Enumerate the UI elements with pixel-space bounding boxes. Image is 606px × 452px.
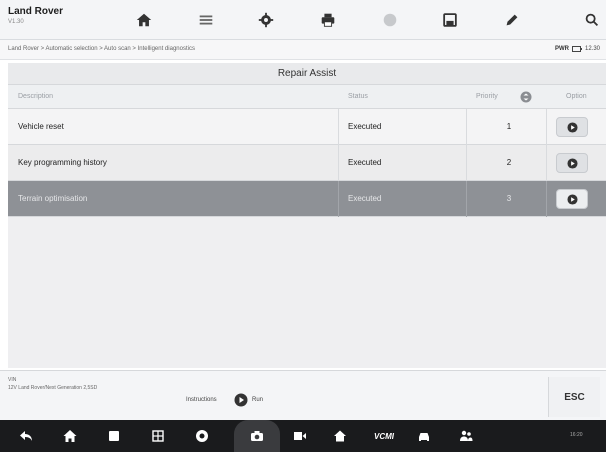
column-divider [338, 145, 339, 181]
column-divider [546, 109, 547, 145]
row-option-button[interactable] [556, 117, 588, 137]
sort-icon[interactable] [520, 91, 532, 103]
column-divider [466, 181, 467, 217]
run-label: Run [252, 397, 264, 403]
camera-icon[interactable] [247, 427, 267, 445]
play-circle-icon [566, 157, 578, 169]
power-label: PWR [554, 46, 569, 52]
row-status: Executed [348, 194, 382, 203]
table-row[interactable]: Key programming history Executed 2 [8, 145, 606, 181]
breadcrumb-bar: Land Rover > Automatic selection > Auto … [0, 40, 606, 60]
edit-icon[interactable] [500, 9, 524, 31]
recent-apps-icon[interactable] [104, 427, 124, 445]
status-clock: 16:20 [570, 432, 583, 438]
column-divider [466, 109, 467, 145]
brand-block: Land Rover V1.30 [8, 6, 88, 25]
car-icon[interactable] [414, 427, 434, 445]
vehicle-info: 12V Land Rover/Next Generation 2,5SD [8, 385, 98, 391]
help-icon[interactable] [378, 9, 402, 31]
column-divider [466, 145, 467, 181]
column-divider [338, 181, 339, 217]
screen-record-icon[interactable] [290, 427, 310, 445]
save-icon[interactable] [438, 9, 462, 31]
bottom-nav: VCMI 16:20 [0, 420, 606, 452]
row-option-button[interactable] [556, 153, 588, 173]
run-button[interactable] [234, 393, 248, 407]
vin-label: VIN [8, 377, 17, 383]
row-description: Vehicle reset [18, 122, 64, 131]
column-divider [546, 145, 547, 181]
vcmi-button[interactable]: VCMI [370, 427, 398, 445]
table-header: Description Status Priority Option [8, 85, 606, 109]
power-value: 12.30 [584, 46, 600, 52]
home-icon[interactable] [60, 427, 80, 445]
row-priority: 3 [506, 194, 512, 203]
user-group-icon[interactable] [456, 427, 476, 445]
vehicle-swap-icon[interactable] [194, 9, 218, 31]
panel-title: Repair Assist [8, 63, 606, 85]
column-header-description: Description [18, 93, 54, 100]
instructions-label: Instructions [186, 397, 217, 403]
app-version: V1.30 [8, 19, 24, 25]
row-priority: 1 [506, 122, 512, 131]
row-status: Executed [348, 122, 382, 131]
battery-icon [571, 46, 582, 52]
row-option-button[interactable] [556, 189, 588, 209]
column-header-status: Status [348, 93, 368, 100]
column-divider [338, 109, 339, 145]
top-toolbar: Land Rover V1.30 [0, 0, 606, 40]
settings-icon[interactable] [254, 9, 278, 31]
row-description: Terrain optimisation [18, 194, 88, 203]
play-circle-icon [566, 193, 578, 205]
back-icon[interactable] [16, 427, 36, 445]
column-header-priority: Priority [476, 93, 498, 100]
print-icon[interactable] [316, 9, 340, 31]
table-row-selected[interactable]: Terrain optimisation Executed 3 [8, 181, 606, 217]
browser-icon[interactable] [192, 427, 212, 445]
table-row[interactable]: Vehicle reset Executed 1 [8, 109, 606, 145]
row-priority: 2 [506, 158, 512, 167]
app-title: Land Rover [8, 6, 64, 17]
repair-assist-panel: Repair Assist Description Status Priorit… [8, 63, 606, 368]
breadcrumb: Land Rover > Automatic selection > Auto … [8, 46, 195, 52]
power-readout: PWR 12.30 [555, 46, 600, 52]
row-status: Executed [348, 158, 382, 167]
home-icon[interactable] [132, 9, 156, 31]
footer-bar: VIN 12V Land Rover/Next Generation 2,5SD… [0, 370, 606, 420]
esc-button[interactable]: ESC [548, 377, 600, 417]
column-divider [546, 181, 547, 217]
search-icon[interactable] [580, 9, 604, 31]
column-header-option: Option [566, 93, 587, 100]
row-description: Key programming history [18, 158, 107, 167]
grid-icon[interactable] [148, 427, 168, 445]
home-alt-icon[interactable] [330, 427, 350, 445]
vcmi-label: VCMI [374, 431, 394, 441]
play-circle-icon [566, 121, 578, 133]
